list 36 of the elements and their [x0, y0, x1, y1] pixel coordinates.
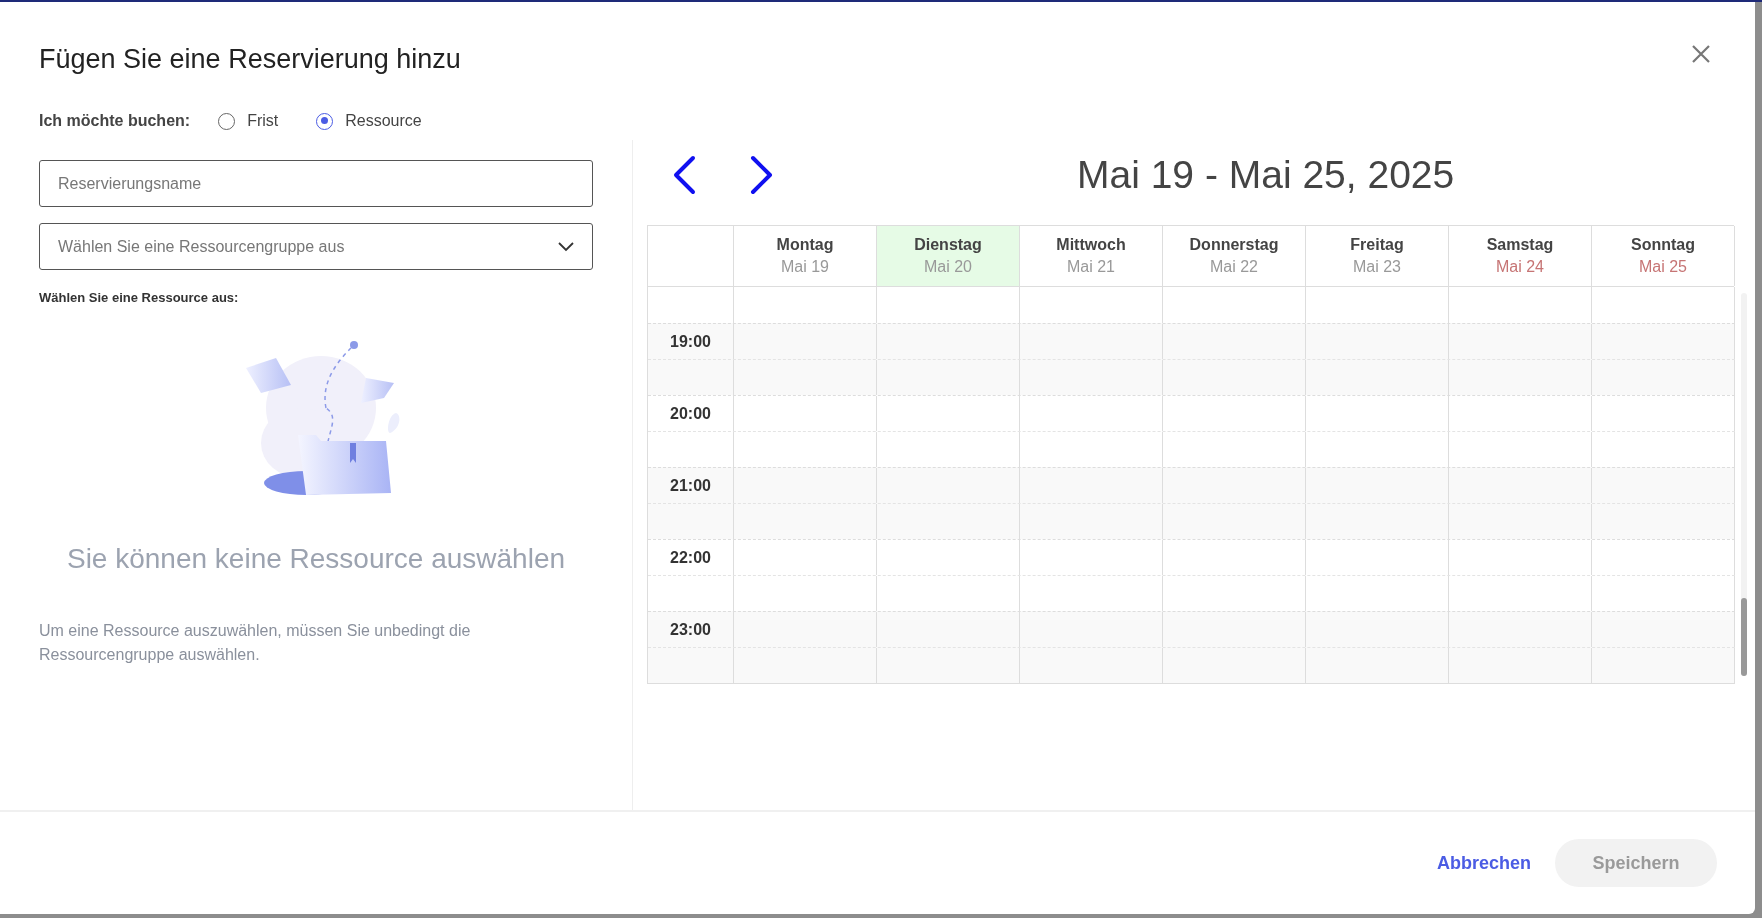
cancel-button[interactable]: Abbrechen	[1436, 844, 1531, 882]
time-label: 20:00	[670, 404, 711, 423]
day-date: Mai 23	[1353, 258, 1401, 276]
radio-option[interactable]: Ressource	[316, 112, 422, 130]
day-name: Donnerstag	[1189, 236, 1279, 254]
day-date: Mai 19	[781, 258, 829, 276]
day-name: Montag	[776, 236, 834, 254]
resource-group-select[interactable]: Wählen Sie eine Ressourcengruppe aus	[39, 223, 593, 270]
day-date: Mai 25	[1639, 258, 1687, 276]
day-name: Dienstag	[914, 236, 982, 254]
date-range-title: Mai 19 - Mai 25, 2025	[1077, 153, 1455, 197]
dialog-title: Fügen Sie eine Reservierung hinzu	[38, 43, 461, 75]
time-label: 22:00	[670, 548, 711, 567]
empty-state-title: Sie können keine Ressource auswählen	[65, 543, 567, 575]
day-name: Sonntag	[1631, 236, 1695, 254]
resource-label: Wählen Sie eine Ressource aus:	[39, 290, 240, 305]
empty-state-description: Um eine Ressource auszuwählen, müssen Sie unbedingt die Ressourcengruppe auswählen.	[39, 621, 472, 665]
day-name: Freitag	[1350, 236, 1404, 254]
day-name: Samstag	[1486, 236, 1554, 254]
time-label: 21:00	[670, 476, 711, 495]
scrollbar[interactable]	[1741, 293, 1747, 676]
reservation-name-field[interactable]: Reservierungsname	[39, 160, 593, 207]
day-date: Mai 21	[1067, 258, 1115, 276]
day-date: Mai 22	[1210, 258, 1258, 276]
day-name: Mittwoch	[1056, 236, 1126, 254]
day-date: Mai 20	[924, 258, 972, 276]
previous-week-button[interactable]	[671, 155, 697, 195]
scrollbar-thumb[interactable]	[1741, 598, 1747, 676]
radio-option[interactable]: Frist	[218, 112, 279, 130]
time-label: 19:00	[670, 332, 711, 351]
booking-type-label: Ich möchte buchen:	[39, 112, 191, 130]
close-icon[interactable]	[1691, 44, 1711, 64]
next-week-button[interactable]	[749, 155, 775, 195]
chevron-down-icon	[558, 241, 574, 252]
day-date: Mai 24	[1496, 258, 1544, 276]
time-label: 23:00	[670, 620, 711, 639]
